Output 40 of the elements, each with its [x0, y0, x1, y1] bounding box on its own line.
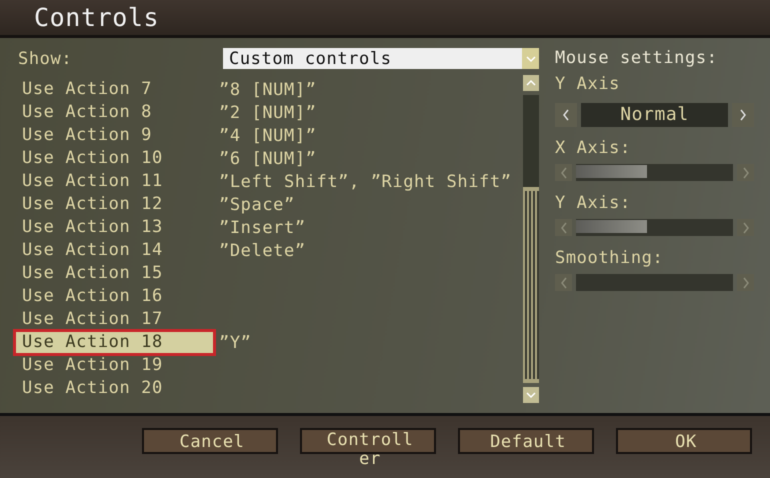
window-title: Controls	[34, 3, 160, 32]
key-binding: ”Insert”	[219, 218, 306, 238]
chevron-icon	[738, 108, 748, 122]
slider-track[interactable]	[576, 164, 733, 181]
dialog-button[interactable]: Controller	[300, 428, 436, 469]
setting-label: Y Axis:	[555, 192, 632, 215]
right-arrow-button[interactable]	[732, 103, 754, 127]
scroll-down-button[interactable]	[523, 387, 539, 403]
dialog-button[interactable]: Default	[458, 428, 594, 454]
chevron-icon	[558, 220, 568, 234]
show-dropdown[interactable]: Custom controls	[223, 48, 539, 69]
key-binding: ”Delete”	[219, 240, 306, 260]
setting-label: X Axis:	[555, 137, 632, 160]
chevron-icon	[740, 166, 750, 180]
key-binding: ”8 [NUM]”	[219, 80, 317, 100]
slider-track[interactable]	[576, 274, 733, 291]
left-arrow-button[interactable]	[555, 103, 577, 127]
dialog-button[interactable]: Cancel	[142, 428, 278, 454]
scroll-up-button[interactable]	[523, 75, 539, 91]
key-binding: ”6 [NUM]”	[219, 148, 317, 168]
section-title: Mouse settings:	[555, 47, 719, 70]
key-binding: ”Y”	[219, 332, 252, 352]
key-binding: ”Left Shift”, ”Right Shift”	[219, 172, 512, 192]
key-binding: ”2 [NUM]”	[219, 102, 317, 122]
scrollbar-track[interactable]	[523, 95, 539, 383]
chevron-icon	[558, 276, 568, 290]
key-binding: ”Space”	[219, 194, 295, 214]
slider-track[interactable]	[576, 219, 733, 236]
chevron-icon	[561, 108, 571, 122]
chevron-icon	[740, 220, 750, 234]
chevron-icon	[558, 166, 568, 180]
scrollbar-thumb[interactable]	[523, 187, 539, 383]
action-item[interactable]: Use Action 18	[13, 329, 216, 356]
dialog-button[interactable]: OK	[616, 428, 752, 454]
setting-label: Y Axis	[555, 73, 622, 96]
setting-label: Smoothing:	[555, 247, 664, 270]
key-binding: ”4 [NUM]”	[219, 126, 317, 146]
chevron-icon	[740, 276, 750, 290]
choice-value: Normal	[581, 103, 728, 127]
show-label: Show:	[17, 48, 74, 68]
